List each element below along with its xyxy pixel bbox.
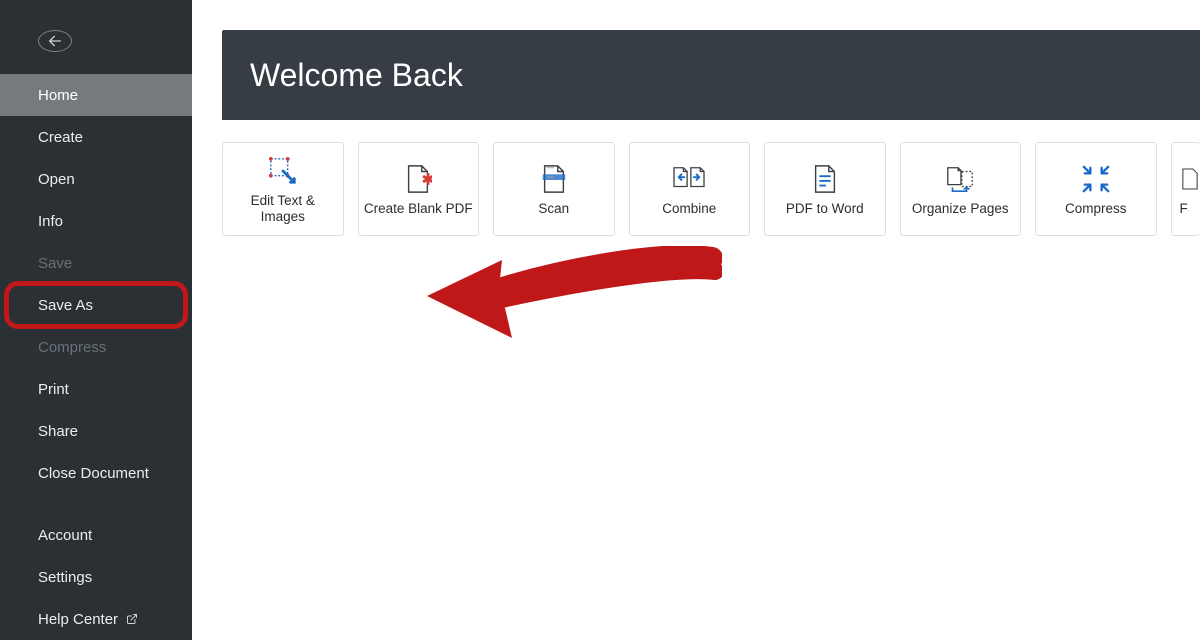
card-combine[interactable]: Combine: [629, 142, 751, 236]
sidebar-item-label: Open: [38, 171, 75, 188]
sidebar-item-save: Save: [0, 242, 192, 284]
card-partial[interactable]: F: [1171, 142, 1200, 236]
scan-icon: [540, 163, 568, 195]
organize-pages-icon: [945, 163, 975, 195]
create-blank-pdf-icon: ✱: [404, 163, 432, 195]
pdf-to-word-icon: [811, 163, 839, 195]
sidebar-item-label: Settings: [38, 569, 92, 586]
svg-text:✱: ✱: [422, 172, 432, 189]
sidebar-item-print[interactable]: Print: [0, 368, 192, 410]
sidebar-item-settings[interactable]: Settings: [0, 556, 192, 598]
card-edit-text-images[interactable]: Edit Text & Images: [222, 142, 344, 236]
partial-icon: [1180, 163, 1200, 195]
sidebar-item-label: Help Center: [38, 611, 118, 628]
sidebar-item-label: Info: [38, 213, 63, 230]
card-scan[interactable]: Scan: [493, 142, 615, 236]
annotation-arrow: [417, 246, 722, 346]
back-button[interactable]: [38, 30, 72, 52]
card-label: Scan: [538, 201, 569, 217]
sidebar-item-label: Save: [38, 255, 72, 272]
card-compress[interactable]: Compress: [1035, 142, 1157, 236]
sidebar-item-create[interactable]: Create: [0, 116, 192, 158]
card-label: F: [1180, 201, 1188, 217]
external-link-icon: [126, 613, 138, 625]
sidebar-item-account[interactable]: Account: [0, 514, 192, 556]
sidebar-item-label: Account: [38, 527, 92, 544]
sidebar-item-compress: Compress: [0, 326, 192, 368]
sidebar-item-label: Save As: [38, 297, 93, 314]
welcome-header: Welcome Back: [222, 30, 1200, 120]
sidebar-item-help-center[interactable]: Help Center: [0, 598, 192, 640]
back-arrow-icon: [47, 33, 63, 49]
compress-icon: [1081, 163, 1111, 195]
combine-icon: [672, 163, 706, 195]
edit-text-images-icon: [268, 155, 298, 187]
card-label: Edit Text & Images: [227, 193, 339, 224]
sidebar-item-share[interactable]: Share: [0, 410, 192, 452]
sidebar-item-save-as[interactable]: Save As: [0, 284, 192, 326]
sidebar-item-home[interactable]: Home: [0, 74, 192, 116]
card-label: Combine: [662, 201, 716, 217]
sidebar-item-close-document[interactable]: Close Document: [0, 452, 192, 494]
quick-action-cards: Edit Text & Images ✱ Create Blank PDF: [222, 142, 1200, 236]
card-organize-pages[interactable]: Organize Pages: [900, 142, 1022, 236]
page-title: Welcome Back: [250, 57, 463, 94]
sidebar-item-label: Home: [38, 87, 78, 104]
sidebar-item-info[interactable]: Info: [0, 200, 192, 242]
sidebar-nav: Home Create Open Info Save Save As Compr…: [0, 74, 192, 640]
card-label: Compress: [1065, 201, 1127, 217]
card-label: Create Blank PDF: [364, 201, 473, 217]
card-label: PDF to Word: [786, 201, 864, 217]
sidebar-item-label: Create: [38, 129, 83, 146]
main-content: Welcome Back Edit Text & Images: [192, 0, 1200, 640]
sidebar-item-label: Share: [38, 423, 78, 440]
card-pdf-to-word[interactable]: PDF to Word: [764, 142, 886, 236]
sidebar-item-label: Print: [38, 381, 69, 398]
sidebar-item-label: Close Document: [38, 465, 149, 482]
annotation-highlight-ring: [4, 281, 188, 329]
sidebar-item-open[interactable]: Open: [0, 158, 192, 200]
card-create-blank-pdf[interactable]: ✱ Create Blank PDF: [358, 142, 480, 236]
sidebar-item-label: Compress: [38, 339, 106, 356]
sidebar: Home Create Open Info Save Save As Compr…: [0, 0, 192, 640]
card-label: Organize Pages: [912, 201, 1009, 217]
